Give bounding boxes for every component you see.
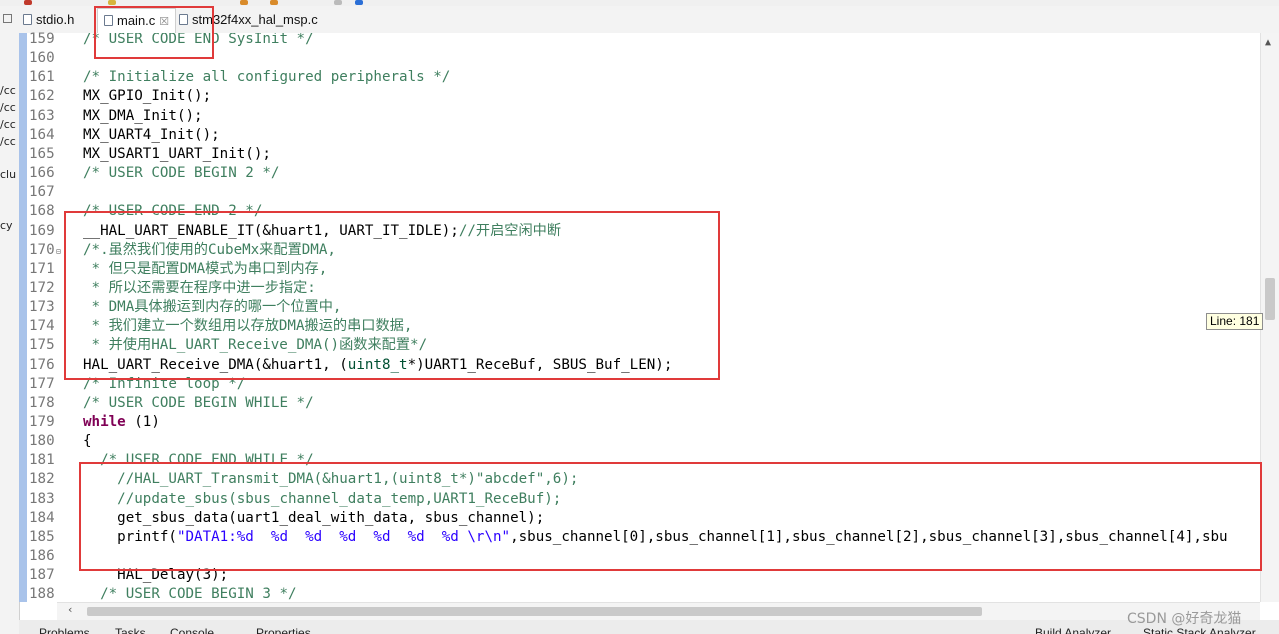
code-line: /* USER CODE BEGIN 2 */ — [83, 164, 279, 183]
file-icon — [23, 14, 32, 25]
line-number: 160 — [29, 50, 55, 67]
line-number: 176 — [29, 356, 55, 373]
line-number: 171 — [29, 260, 55, 277]
line-number: 183 — [29, 490, 55, 507]
line-number: 165 — [29, 145, 55, 162]
line-number: 166 — [29, 165, 55, 182]
line-number: 184 — [29, 509, 55, 526]
code-token: /* USER CODE BEGIN 2 */ — [83, 165, 280, 182]
left-panel-fragment: /cc — [0, 135, 16, 148]
line-number: 159 — [29, 31, 55, 47]
line-number: 163 — [29, 107, 55, 124]
highlight-box-dma-setup — [64, 211, 720, 380]
tab-properties[interactable]: Properties — [256, 626, 311, 634]
line-number: 178 — [29, 394, 55, 411]
line-number: 185 — [29, 528, 55, 545]
tab-problems[interactable]: Problems — [39, 626, 90, 634]
left-panel-fragment: /cc — [0, 101, 16, 114]
fold-icon[interactable]: ⊟ — [56, 247, 61, 256]
scrollbar-thumb[interactable] — [1265, 278, 1275, 320]
line-number: 182 — [29, 471, 55, 488]
forward-icon[interactable] — [270, 0, 278, 5]
line-number: 187 — [29, 567, 55, 584]
code-token: /* USER CODE BEGIN 3 */ — [83, 586, 297, 602]
minimize-icon[interactable] — [3, 14, 12, 23]
code-line: /* USER CODE BEGIN 3 */ — [83, 585, 297, 602]
line-number: 175 — [29, 337, 55, 354]
left-panel-fragment: clu — [0, 168, 17, 181]
code-token: MX_USART1_UART_Init(); — [83, 145, 271, 162]
code-line: MX_GPIO_Init(); — [83, 87, 211, 106]
bottom-views-bar: Problems Tasks Console Properties Build … — [19, 620, 1279, 634]
debug-icon[interactable] — [24, 0, 32, 5]
line-number: 168 — [29, 203, 55, 220]
line-tooltip: Line: 181 — [1206, 313, 1264, 330]
line-number: 161 — [29, 69, 55, 86]
line-number: 174 — [29, 318, 55, 335]
scroll-up-icon[interactable]: ▲ — [1265, 37, 1271, 48]
code-token: while — [83, 414, 126, 430]
code-token: MX_GPIO_Init(); — [83, 88, 212, 105]
horizontal-scrollbar[interactable]: ‹ — [57, 602, 1260, 620]
line-number: 177 — [29, 375, 55, 392]
line-number: 186 — [29, 548, 55, 565]
line-number: 169 — [29, 222, 55, 239]
code-token: /* Initialize all configured peripherals… — [83, 69, 451, 86]
back-icon[interactable] — [240, 0, 248, 5]
code-token: { — [83, 433, 92, 450]
info-icon[interactable] — [355, 0, 363, 5]
watermark: CSDN @好奇龙猫 — [1127, 611, 1242, 627]
build-icon[interactable] — [108, 0, 116, 5]
left-panel-fragment: /cc — [0, 118, 16, 131]
left-panel-fragment: /cc — [0, 84, 16, 97]
line-number: 164 — [29, 126, 55, 143]
line-number: 179 — [29, 414, 55, 430]
code-line: MX_UART4_Init(); — [83, 126, 220, 145]
line-number: 188 — [29, 586, 55, 603]
line-number: 172 — [29, 279, 55, 296]
line-number-gutter: 159 160 161 162 163 164 165 166 167 168 169 170 171 1… — [27, 31, 57, 603]
code-line: /* Initialize all configured peripherals… — [83, 68, 450, 87]
line-number: 170 — [29, 241, 55, 258]
code-token: /* USER CODE BEGIN WHILE */ — [83, 394, 314, 411]
toolbar-icon[interactable] — [334, 0, 342, 5]
project-explorer-panel: /cc /cc /cc /cc clu cy — [0, 6, 20, 634]
scrollbar-thumb[interactable] — [87, 607, 982, 616]
code-token: (1) — [125, 414, 160, 430]
code-line: while (1) — [83, 413, 160, 432]
line-number: 180 — [29, 433, 55, 450]
line-number: 173 — [29, 299, 55, 316]
highlight-box-loop-body — [79, 462, 1262, 571]
line-number: 167 — [29, 184, 55, 201]
scroll-left-icon[interactable]: ‹ — [67, 603, 74, 616]
tab-console[interactable]: Console — [170, 626, 214, 634]
code-line: MX_DMA_Init(); — [83, 107, 203, 126]
code-line: { — [83, 432, 92, 451]
tab-build-analyzer[interactable]: Build Analyzer — [1035, 626, 1111, 634]
highlight-box-tab — [94, 6, 214, 59]
tab-stdio-h[interactable]: stdio.h — [23, 8, 74, 32]
code-token: MX_DMA_Init(); — [83, 107, 203, 124]
code-line: MX_USART1_UART_Init(); — [83, 145, 271, 164]
overview-ruler — [19, 33, 27, 602]
code-line: /* USER CODE BEGIN WHILE */ — [83, 394, 314, 413]
tab-label: stdio.h — [36, 12, 75, 27]
left-panel-fragment: cy — [0, 219, 13, 232]
line-number: 162 — [29, 88, 55, 105]
tab-tasks[interactable]: Tasks — [115, 626, 146, 634]
code-token: MX_UART4_Init(); — [83, 126, 220, 143]
line-number: 181 — [29, 452, 55, 469]
